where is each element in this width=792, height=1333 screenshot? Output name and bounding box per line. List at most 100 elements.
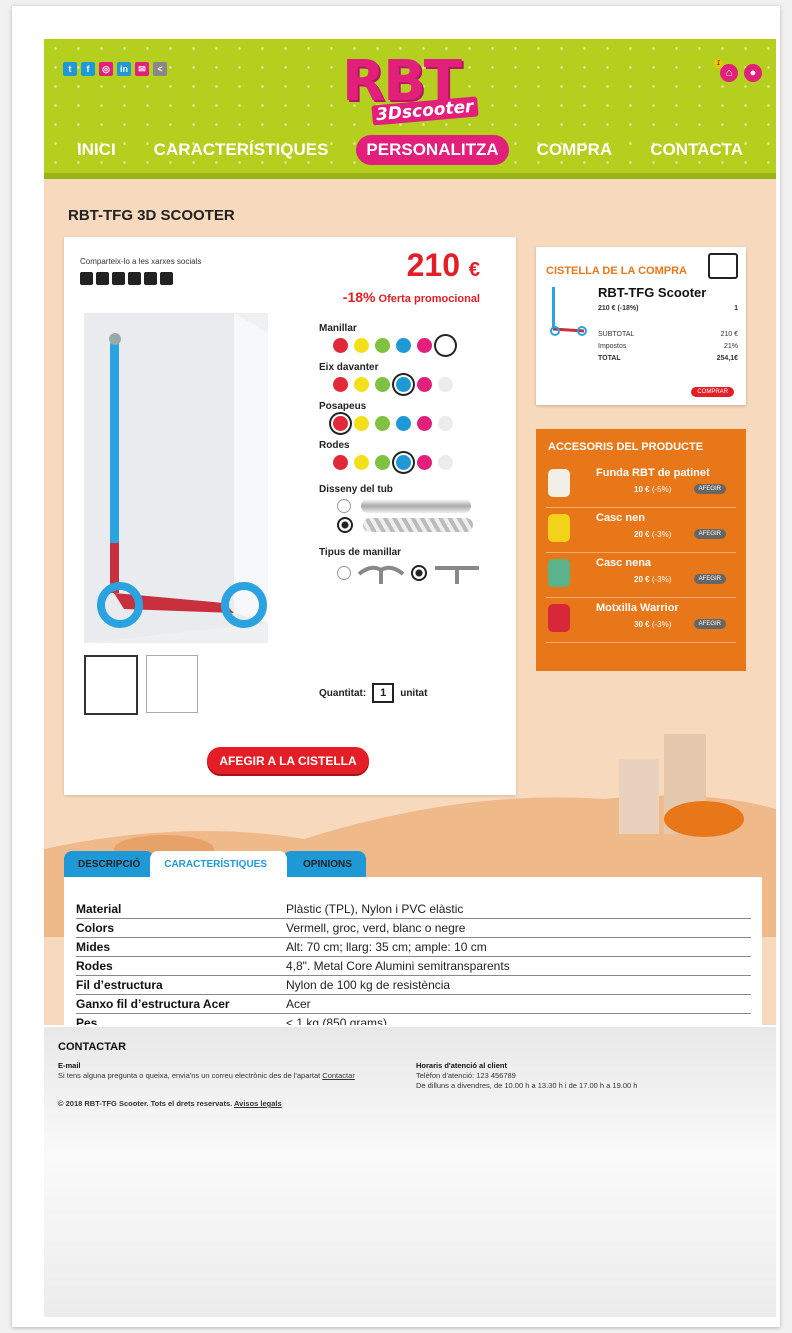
twitter-icon[interactable]: t <box>63 62 77 76</box>
tab-opinions[interactable]: OPINIONS <box>283 851 366 878</box>
cart-item-qty: 1 <box>734 305 738 312</box>
color-white[interactable] <box>438 455 453 470</box>
footer: CONTACTAR E-mail Si tens alguna pregunta… <box>44 1027 776 1317</box>
color-red[interactable] <box>333 455 348 470</box>
discount: (-3%) <box>651 620 672 629</box>
color-red[interactable] <box>333 416 348 431</box>
nav-contacta[interactable]: CONTACTA <box>640 135 753 165</box>
email-label: E-mail <box>58 1061 81 1070</box>
color-pink[interactable] <box>417 455 432 470</box>
color-pink[interactable] <box>417 377 432 392</box>
add-accessory-button[interactable]: AFEGIR <box>693 529 726 539</box>
product-tabs: DESCRIPCIÓ CARACTERÍSTIQUES OPINIONS <box>64 851 366 878</box>
cart-title: CISTELLA DE LA COMPRA <box>546 265 687 277</box>
spec-value: < 1 kg (850 grams) <box>286 1016 388 1025</box>
tube-option-pattern[interactable] <box>337 517 499 533</box>
twitter-icon[interactable] <box>80 272 93 285</box>
logo[interactable]: RBT 3Dscooter <box>342 49 492 126</box>
color-pink[interactable] <box>417 416 432 431</box>
radio[interactable] <box>337 517 353 533</box>
tube-option-plain[interactable] <box>337 499 499 513</box>
facebook-icon[interactable]: f <box>81 62 95 76</box>
nav-personalitza[interactable]: PERSONALITZA <box>356 135 509 165</box>
social-links: t f ◎ in ✉ < <box>63 62 167 76</box>
user-icon[interactable]: ● <box>744 64 762 82</box>
radio[interactable] <box>411 565 427 581</box>
share-icon[interactable]: < <box>153 62 167 76</box>
color-yellow[interactable] <box>354 377 369 392</box>
accessory-price: 20 € (-3%) <box>634 530 671 539</box>
color-green[interactable] <box>375 377 390 392</box>
color-blue[interactable] <box>396 455 411 470</box>
page-title: RBT-TFG 3D SCOOTER <box>68 207 235 224</box>
hours-label: Horaris d'atenció al client <box>416 1061 507 1070</box>
color-green[interactable] <box>375 416 390 431</box>
legal-link[interactable]: Avisos legals <box>234 1099 282 1108</box>
linkedin-icon[interactable] <box>96 272 109 285</box>
email-icon[interactable] <box>144 272 157 285</box>
option-label: Posapeus <box>319 401 367 412</box>
radio[interactable] <box>337 566 351 580</box>
footer-hours: Horaris d'atenció al client Telèfon d'at… <box>416 1061 756 1091</box>
color-white[interactable] <box>438 377 453 392</box>
accessory-image <box>548 604 570 632</box>
buy-button[interactable]: COMPRAR <box>691 387 734 397</box>
table-row: Ganxo fil d’estructura Acer Acer <box>76 997 751 1014</box>
color-blue[interactable] <box>396 338 411 353</box>
facebook-icon[interactable] <box>112 272 125 285</box>
copyright: © 2018 RBT-TFG Scooter. Tots el drets re… <box>58 1099 282 1108</box>
footer-title: CONTACTAR <box>58 1041 127 1053</box>
spec-key: Mides <box>76 940 111 954</box>
price: 20 € <box>634 530 650 539</box>
nav-caracteristiques[interactable]: CARACTERÍSTIQUES <box>144 135 339 165</box>
color-green[interactable] <box>375 455 390 470</box>
accessories-panel: ACCESORIS DEL PRODUCTE Funda RBT de pati… <box>536 429 746 671</box>
table-row: Mides Alt: 70 cm; llarg: 35 cm; ample: 10… <box>76 940 751 957</box>
contact-link[interactable]: Contactar <box>322 1071 355 1080</box>
basket-icon[interactable] <box>708 253 738 279</box>
color-yellow[interactable] <box>354 416 369 431</box>
thumbnail-side[interactable] <box>84 655 138 715</box>
cart-icon[interactable]: ⌂ 1 <box>714 59 738 82</box>
accessory-name: Funda RBT de patinet <box>596 467 710 479</box>
color-red[interactable] <box>333 377 348 392</box>
spec-value: Plàstic (TPL), Nylon i PVC elàstic <box>286 902 464 916</box>
nav-inici[interactable]: INICI <box>67 135 126 165</box>
instagram-icon[interactable]: ◎ <box>99 62 113 76</box>
email-icon[interactable]: ✉ <box>135 62 149 76</box>
subtotal-line: SUBTOTAL 210 € <box>598 331 738 338</box>
quantity-input[interactable]: 1 <box>372 683 395 703</box>
tube-plain-image <box>361 499 471 513</box>
color-pink[interactable] <box>417 338 432 353</box>
share-icon[interactable] <box>160 272 173 285</box>
color-picker-eix <box>333 377 499 392</box>
color-blue[interactable] <box>396 416 411 431</box>
promo-offer: -18% Oferta promocional <box>343 289 480 305</box>
color-yellow[interactable] <box>354 455 369 470</box>
radio[interactable] <box>337 499 351 513</box>
table-row: Rodes 4,8". Metal Core Alumini semitransp… <box>76 959 751 976</box>
color-red[interactable] <box>333 338 348 353</box>
add-accessory-button[interactable]: AFEGIR <box>693 574 726 584</box>
tab-caracteristiques[interactable]: CARACTERÍSTIQUES <box>150 851 288 878</box>
price-value: 210 <box>406 247 460 283</box>
color-black[interactable] <box>438 338 453 353</box>
color-green[interactable] <box>375 338 390 353</box>
total-label: TOTAL <box>598 355 621 362</box>
thumbnail-front[interactable] <box>146 655 198 713</box>
site: t f ◎ in ✉ < RBT 3Dscooter ⌂ 1 ● INICI CA… <box>44 39 776 1025</box>
instagram-icon[interactable] <box>128 272 141 285</box>
discount: (-5%) <box>651 485 672 494</box>
table-row: Material Plàstic (TPL), Nylon i PVC elàst… <box>76 902 751 919</box>
nav-compra[interactable]: COMPRA <box>527 135 623 165</box>
linkedin-icon[interactable]: in <box>117 62 131 76</box>
copyright-text: © 2018 RBT-TFG Scooter. Tots el drets re… <box>58 1099 233 1108</box>
tab-descripcio[interactable]: DESCRIPCIÓ <box>64 851 155 878</box>
spec-value: Acer <box>286 997 311 1011</box>
accessory-image <box>548 514 570 542</box>
add-accessory-button[interactable]: AFEGIR <box>693 619 726 629</box>
color-yellow[interactable] <box>354 338 369 353</box>
color-blue[interactable] <box>396 377 411 392</box>
add-accessory-button[interactable]: AFEGIR <box>693 484 726 494</box>
color-white[interactable] <box>438 416 453 431</box>
